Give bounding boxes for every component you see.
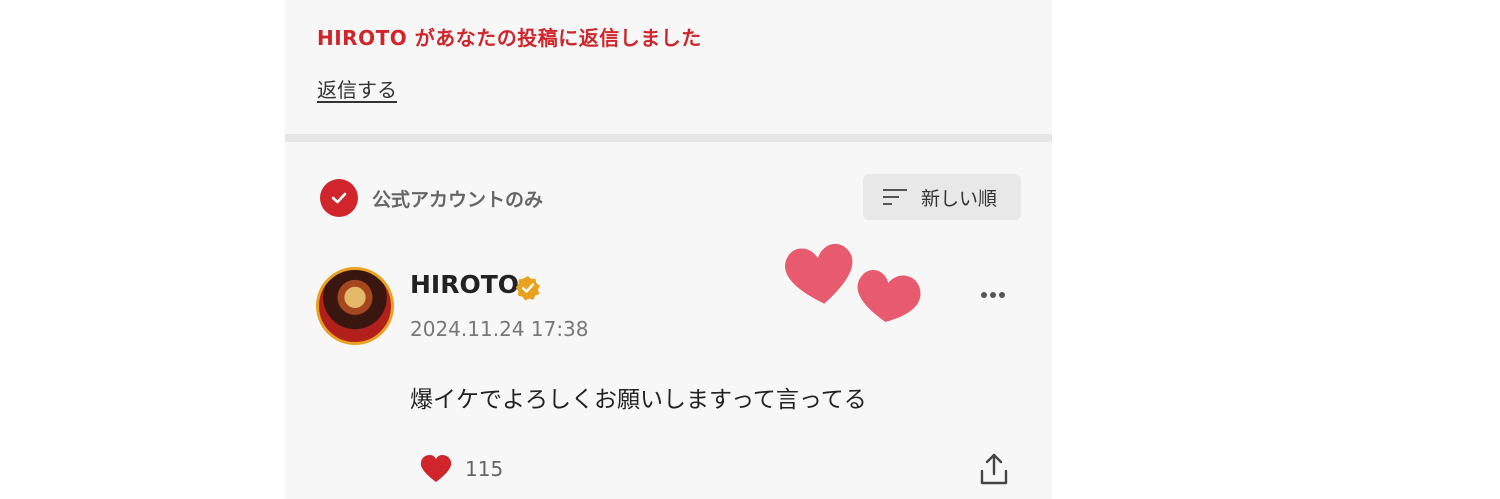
like-button[interactable]: 115 bbox=[419, 453, 503, 485]
check-icon[interactable] bbox=[320, 179, 358, 217]
hearts-sticker bbox=[785, 243, 921, 322]
sort-button[interactable]: 新しい順 bbox=[863, 174, 1021, 220]
avatar[interactable] bbox=[316, 267, 394, 345]
share-icon[interactable] bbox=[978, 452, 1010, 486]
official-only-filter[interactable]: 公式アカウントのみ bbox=[320, 179, 544, 217]
reply-notification: HIROTO があなたの投稿に返信しました bbox=[317, 26, 702, 50]
reply-link[interactable]: 返信する bbox=[317, 74, 397, 103]
sort-lines-icon bbox=[883, 189, 907, 205]
filter-label: 公式アカウントのみ bbox=[372, 188, 544, 211]
more-dots-icon[interactable] bbox=[978, 284, 1008, 306]
heart-icon[interactable] bbox=[419, 454, 453, 484]
sort-label: 新しい順 bbox=[921, 187, 998, 210]
section-divider bbox=[285, 134, 1052, 142]
comment-text: 爆イケでよろしくお願いしますって言ってる bbox=[410, 387, 867, 413]
post-timestamp: 2024.11.24 17:38 bbox=[410, 317, 589, 341]
comment-panel bbox=[285, 0, 1052, 499]
like-count: 115 bbox=[465, 457, 504, 481]
username[interactable]: HIROTO bbox=[410, 270, 519, 299]
verified-badge-icon bbox=[515, 276, 540, 301]
